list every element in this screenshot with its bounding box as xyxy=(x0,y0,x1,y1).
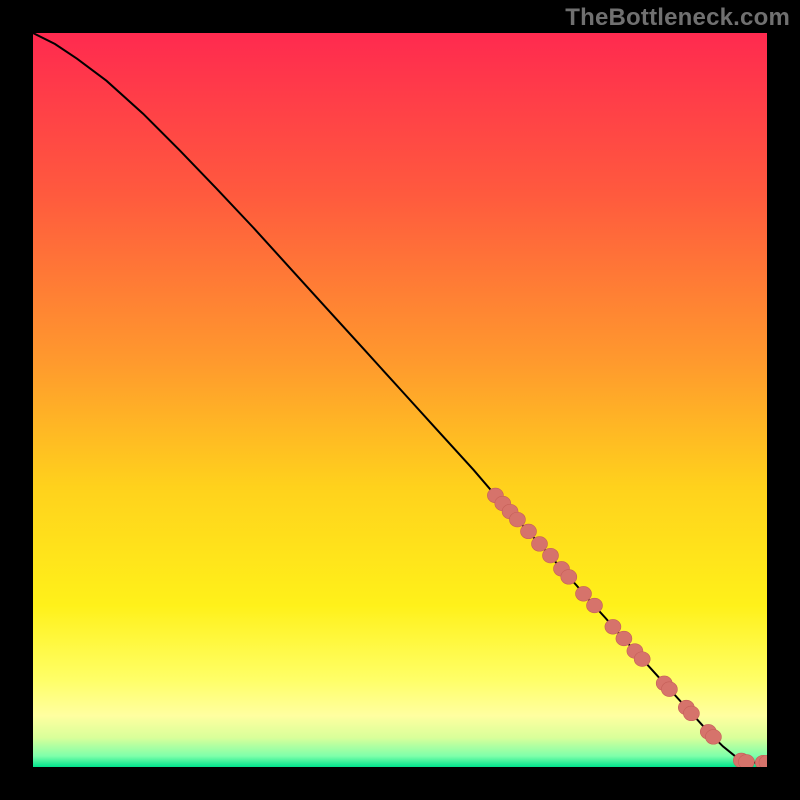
data-point-marker xyxy=(576,586,592,601)
chart-frame: TheBottleneck.com xyxy=(0,0,800,800)
data-point-marker xyxy=(521,524,537,539)
data-point-marker xyxy=(738,755,754,767)
data-point-marker xyxy=(543,548,559,563)
gradient-background xyxy=(33,33,767,767)
plot-area xyxy=(33,33,767,767)
data-point-marker xyxy=(605,619,621,634)
watermark-text: TheBottleneck.com xyxy=(565,4,790,32)
data-point-marker xyxy=(705,730,721,745)
data-point-marker xyxy=(587,598,603,613)
data-point-marker xyxy=(683,706,699,721)
chart-svg xyxy=(33,33,767,767)
data-point-marker xyxy=(634,652,650,667)
data-point-marker xyxy=(661,682,677,697)
data-point-marker xyxy=(509,512,525,527)
data-point-marker xyxy=(561,570,577,585)
data-point-marker xyxy=(532,537,548,552)
data-point-marker xyxy=(616,631,632,646)
